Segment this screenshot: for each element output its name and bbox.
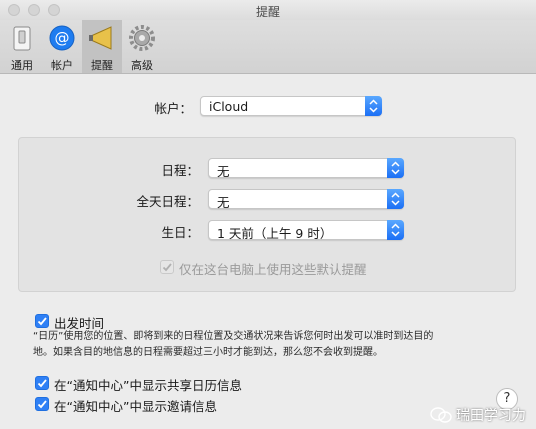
time-to-leave-description: “日历”使用您的位置、即将到来的日程位置及交通状况来告诉您何时出发可以准时到达目… (33, 329, 523, 361)
popup-arrows-icon (387, 189, 404, 209)
this-computer-only-checkbox[interactable] (160, 260, 174, 274)
account-value: iCloud (209, 99, 249, 114)
tab-accounts[interactable]: @ 帐户 (42, 20, 82, 73)
megaphone-icon (89, 24, 115, 52)
invitations-notification-label: 在“通知中心”中显示邀请信息 (54, 399, 217, 414)
at-sign-icon: @ (49, 24, 75, 52)
events-label: 日程： (161, 163, 199, 178)
window-title: 提醒 (255, 5, 280, 19)
all-day-alert-value: 无 (217, 195, 230, 210)
tab-accounts-label: 帐户 (51, 59, 73, 72)
popup-arrows-icon (365, 96, 382, 116)
description-line-1: “日历”使用您的位置、即将到来的日程位置及交通状况来告诉您何时出发可以准时到达目… (33, 331, 434, 342)
switch-icon (9, 24, 35, 52)
description-line-2: 地。如果含目的地信息的日程需要超过三小时才能到达，那么您不会收到提醒。 (33, 347, 383, 358)
wechat-icon (430, 406, 452, 427)
tab-advanced-label: 高级 (131, 59, 153, 72)
shared-calendar-notification-checkbox[interactable] (35, 376, 49, 390)
preferences-toolbar: 通用 @ 帐户 提醒 高级 (0, 20, 536, 74)
tab-advanced[interactable]: 高级 (122, 20, 162, 73)
gear-icon (129, 24, 155, 52)
tab-alerts-label: 提醒 (91, 59, 113, 72)
time-to-leave-checkbox[interactable] (35, 314, 49, 328)
all-day-alert-popup[interactable]: 无 (208, 189, 404, 210)
birthdays-label: 生日： (161, 225, 199, 240)
checkmark-icon (37, 317, 47, 326)
events-alert-popup[interactable]: 无 (208, 158, 404, 179)
tab-general-label: 通用 (11, 59, 33, 72)
svg-text:@: @ (55, 29, 70, 47)
events-alert-value: 无 (217, 164, 230, 179)
birthdays-alert-value: 1 天前（上午 9 时） (217, 226, 333, 241)
watermark-text: 瑞田学习力 (456, 408, 526, 424)
shared-calendar-notification-label: 在“通知中心”中显示共享日历信息 (54, 378, 242, 393)
checkmark-icon (162, 263, 172, 272)
tab-alerts[interactable]: 提醒 (82, 20, 122, 73)
invitations-notification-checkbox[interactable] (35, 397, 49, 411)
birthdays-alert-popup[interactable]: 1 天前（上午 9 时） (208, 220, 404, 241)
this-computer-only-label: 仅在这台电脑上使用这些默认提醒 (179, 262, 367, 277)
alerts-pane: 帐户： iCloud 日程： 无 全天日程： 无 生日： 1 天前（上午 9 时… (0, 75, 536, 429)
popup-arrows-icon (387, 220, 404, 240)
checkmark-icon (37, 379, 47, 388)
popup-arrows-icon (387, 158, 404, 178)
default-alerts-box: 日程： 无 全天日程： 无 生日： 1 天前（上午 9 时） 仅在这台电脑上使用… (18, 137, 516, 292)
tab-general[interactable]: 通用 (2, 20, 42, 73)
title-bar: 提醒 (0, 0, 536, 20)
checkmark-icon (37, 400, 47, 409)
all-day-events-label: 全天日程： (136, 194, 199, 209)
account-label: 帐户： (154, 101, 192, 116)
account-popup[interactable]: iCloud (200, 96, 382, 116)
